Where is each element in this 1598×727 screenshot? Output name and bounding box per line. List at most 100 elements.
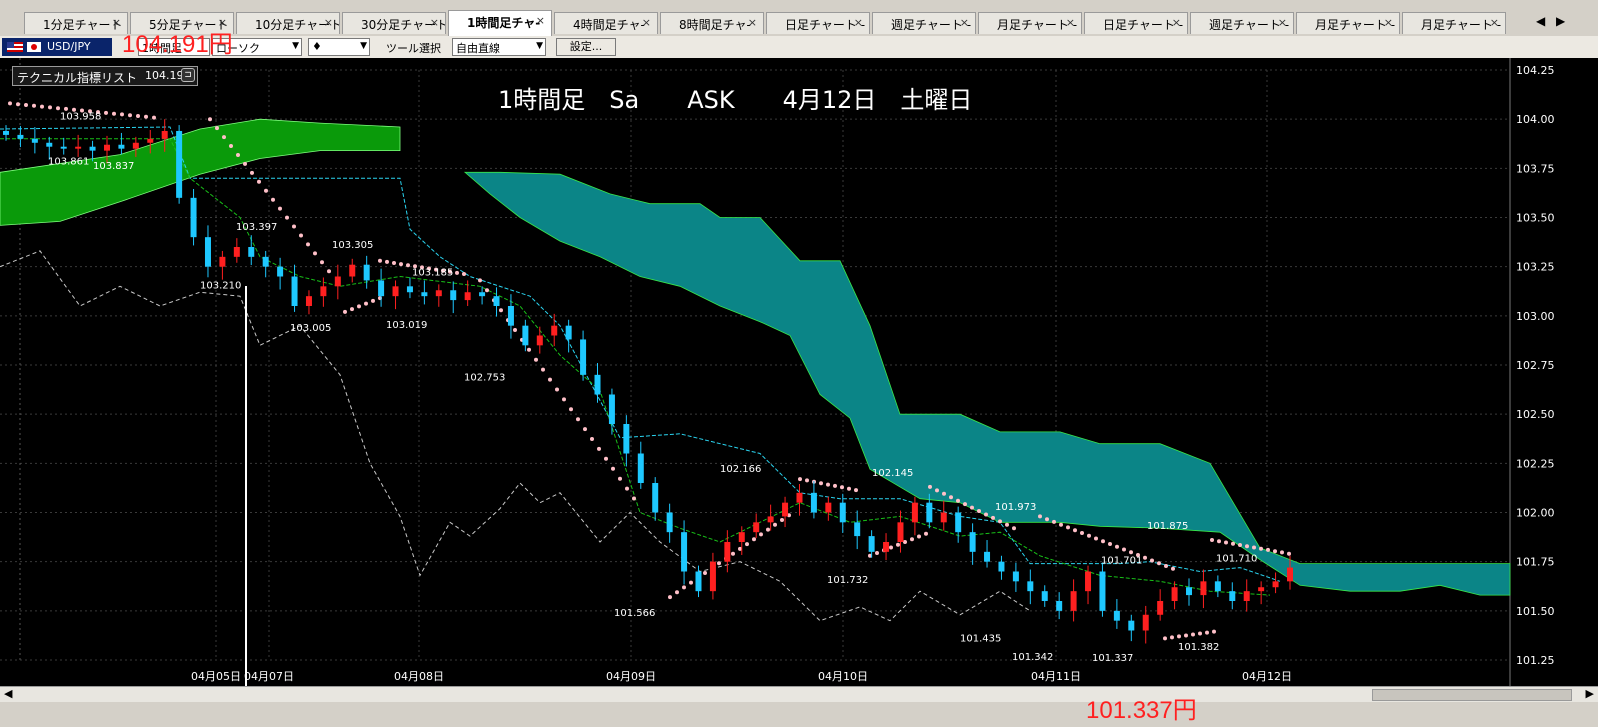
parabolic-sar-dot [597, 446, 601, 451]
japan-flag-icon [27, 42, 41, 52]
y-tick-label: 102.50 [1516, 408, 1555, 421]
close-icon[interactable]: × [1384, 16, 1393, 29]
parabolic-sar-dot [499, 308, 503, 313]
settings-button[interactable]: 設定... [556, 38, 616, 56]
candlestick [378, 280, 385, 297]
tab-chart-5[interactable]: 4時間足チャ- × [554, 12, 658, 34]
candlestick [89, 146, 96, 151]
close-icon[interactable]: × [960, 16, 969, 29]
tab-scroll-left-icon[interactable]: ◀ [1536, 14, 1545, 28]
chevron-down-icon: ▼ [292, 41, 299, 51]
tab-chart-2[interactable]: 10分足チャート × [236, 12, 340, 34]
tool-select[interactable]: 自由直線 ▼ [452, 38, 546, 56]
parabolic-sar-dot [689, 580, 693, 585]
candlestick [406, 286, 413, 293]
close-icon[interactable]: × [748, 16, 757, 29]
close-icon[interactable]: × [642, 16, 651, 29]
candlestick [897, 522, 904, 542]
parabolic-sar-dot [320, 260, 324, 265]
price-label: 102.166 [720, 464, 761, 475]
tab-chart-10[interactable]: 日足チャート - × [1084, 12, 1188, 34]
candlestick [608, 394, 615, 424]
tab-chart-4[interactable]: 1時間足チャ- × [448, 10, 552, 36]
candlestick [17, 134, 24, 139]
close-icon[interactable]: × [854, 16, 863, 29]
candlestick [868, 536, 875, 552]
close-icon[interactable]: × [1066, 16, 1075, 29]
parabolic-sar-dot [917, 534, 921, 539]
candlestick [507, 306, 514, 326]
candlestick-chart[interactable]: 04月05日 04月07日 04月08日 04月09日 04月10日 04月11日 04月1… [0, 58, 1598, 686]
y-tick-label: 102.25 [1516, 457, 1555, 470]
tab-chart-9[interactable]: 月足チャート - × [978, 12, 1082, 34]
parabolic-sar-dot [668, 595, 672, 600]
candlestick [969, 532, 976, 552]
parabolic-sar-dot [854, 488, 858, 493]
scroll-left-icon[interactable]: ◀ [4, 687, 12, 700]
parabolic-sar-dot [798, 477, 802, 482]
tab-chart-12[interactable]: 月足チャート - × [1296, 12, 1400, 34]
technical-indicator-list[interactable]: テクニカル指標リスト 104.19 ⊐ [12, 66, 198, 86]
marker-select[interactable]: ♦ ▼ [308, 38, 370, 56]
y-tick-label: 101.25 [1516, 654, 1555, 667]
close-icon[interactable]: × [1490, 16, 1499, 29]
parabolic-sar-dot [64, 106, 68, 111]
tab-scroll-right-icon[interactable]: ▶ [1556, 14, 1565, 28]
parabolic-sar-dot [1217, 539, 1221, 544]
close-icon[interactable]: × [324, 16, 333, 29]
price-label: 103.305 [332, 240, 373, 251]
candlestick [724, 542, 731, 562]
tab-chart-13[interactable]: 月足チャート - × [1402, 12, 1506, 34]
price-label: 103.861 [48, 157, 89, 168]
horizontal-scrollbar[interactable]: ◀ ▶ [0, 686, 1598, 703]
price-label: 103.210 [200, 281, 241, 292]
tab-chart-11[interactable]: 週足チャート - × [1190, 12, 1294, 34]
tab-chart-0[interactable]: 1分足チャート × [24, 12, 128, 34]
close-icon[interactable]: × [430, 16, 439, 29]
close-icon[interactable]: × [536, 14, 545, 27]
candlestick [1287, 567, 1293, 582]
close-icon[interactable]: × [112, 16, 121, 29]
close-icon[interactable]: × [1278, 16, 1287, 29]
candlestick [248, 247, 255, 257]
parabolic-sar-dot [32, 103, 36, 108]
candlestick [1128, 620, 1135, 631]
price-label: 103.005 [290, 323, 331, 334]
candlestick [349, 264, 356, 277]
parabolic-sar-dot [583, 427, 587, 432]
parabolic-sar-dot [903, 540, 907, 544]
candlestick [695, 571, 702, 592]
parabolic-sar-dot [16, 102, 20, 107]
parabolic-sar-dot [682, 585, 686, 590]
x-tick-label: 04月11日 [1031, 670, 1081, 683]
parabolic-sar-dot [576, 417, 580, 422]
chevron-down-icon: ▼ [360, 41, 367, 51]
tab-chart-6[interactable]: 8時間足チャ- × [660, 12, 764, 34]
tab-chart-8[interactable]: 週足チャート - × [872, 12, 976, 34]
candlestick [1229, 591, 1236, 601]
candlestick [825, 502, 832, 513]
scroll-right-icon[interactable]: ▶ [1586, 687, 1594, 700]
close-icon[interactable]: × [1172, 16, 1181, 29]
tab-chart-3[interactable]: 30分足チャート × [342, 12, 446, 34]
candlestick [1214, 581, 1221, 592]
candlestick [190, 197, 197, 238]
parabolic-sar-dot [1122, 547, 1126, 552]
chart-canvas[interactable]: 04月05日 04月07日 04月08日 04月09日 04月10日 04月11日 04月1… [0, 58, 1598, 686]
parabolic-sar-dot [1101, 539, 1105, 544]
price-label: 103.837 [93, 161, 134, 172]
candlestick [262, 256, 269, 267]
candlestick [522, 325, 529, 346]
price-annotation-top: 104.191円 [122, 31, 233, 58]
vertical-cursor-line[interactable] [245, 286, 247, 727]
parabolic-sar-dot [278, 206, 282, 211]
parabolic-sar-dot [364, 301, 368, 306]
tab-chart-7[interactable]: 日足チャート - × [766, 12, 870, 34]
parabolic-sar-dot [350, 307, 354, 312]
parabolic-sar-dot [462, 272, 466, 276]
symbol-selector[interactable]: USD/JPY [2, 38, 112, 56]
scrollbar-thumb[interactable] [1372, 689, 1572, 701]
parabolic-sar-dot [152, 115, 156, 120]
settings-icon[interactable]: ⊐ [181, 68, 195, 82]
candlestick [305, 296, 312, 306]
